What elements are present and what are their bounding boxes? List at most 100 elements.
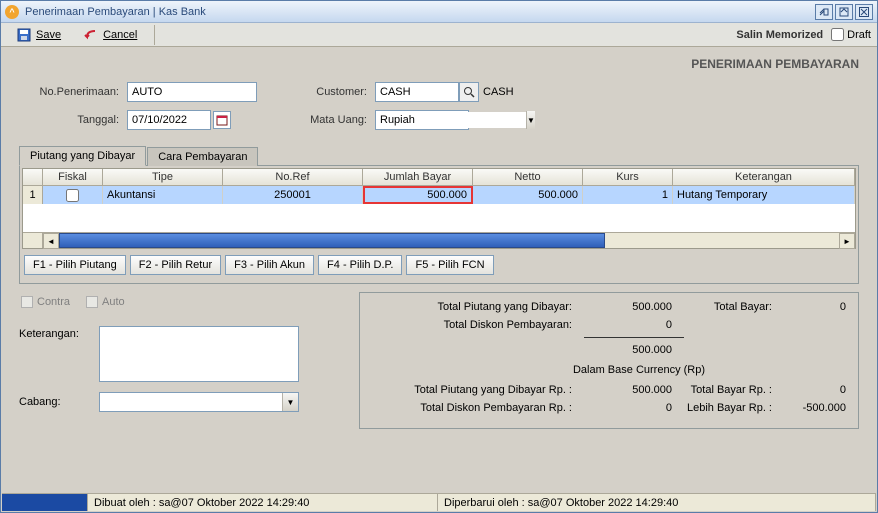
cabang-label: Cabang: xyxy=(19,396,99,408)
customer-name: CASH xyxy=(483,86,514,98)
total-piutang-label: Total Piutang yang Dibayar: xyxy=(372,301,572,313)
subtotal-underline xyxy=(584,337,684,338)
cabang-select[interactable]: ▼ xyxy=(99,392,299,412)
scroll-right-button[interactable]: ► xyxy=(839,233,855,249)
f2-pilih-retur-button[interactable]: F2 - Pilih Retur xyxy=(130,255,221,275)
status-indicator xyxy=(2,494,88,511)
total-piutang-rp-label: Total Piutang yang Dibayar Rp. : xyxy=(372,384,572,396)
grid-row[interactable]: 1 Akuntansi 250001 500.000 500.000 1 Hut… xyxy=(23,186,855,204)
subtotal-value: 500.000 xyxy=(572,344,672,356)
maximize-icon xyxy=(839,7,849,17)
col-fiskal[interactable]: Fiskal xyxy=(43,169,103,186)
section-title: PENERIMAAN PEMBAYARAN xyxy=(11,53,867,77)
tab-body: Fiskal Tipe No.Ref Jumlah Bayar Netto Ku… xyxy=(19,165,859,284)
draft-checkbox-input[interactable] xyxy=(831,28,844,41)
total-piutang-value: 500.000 xyxy=(572,301,672,313)
cancel-icon xyxy=(83,27,99,43)
titlebar: ^ Penerimaan Pembayaran | Kas Bank xyxy=(1,1,877,23)
draft-label: Draft xyxy=(847,29,871,41)
chevron-down-icon[interactable]: ▼ xyxy=(282,393,298,411)
col-noref[interactable]: No.Ref xyxy=(223,169,363,186)
minimize-button[interactable] xyxy=(815,4,833,20)
close-button[interactable] xyxy=(855,4,873,20)
no-penerimaan-label: No.Penerimaan: xyxy=(19,86,119,98)
total-diskon-rp-label: Total Diskon Pembayaran Rp. : xyxy=(372,402,572,414)
status-updated: Diperbarui oleh : sa@07 Oktober 2022 14:… xyxy=(438,494,876,511)
app-icon: ^ xyxy=(5,5,19,19)
total-diskon-label: Total Diskon Pembayaran: xyxy=(372,319,572,331)
grid-rows: 1 Akuntansi 250001 500.000 500.000 1 Hut… xyxy=(23,186,855,232)
tanggal-input[interactable] xyxy=(127,110,211,130)
horizontal-scrollbar[interactable]: ◄ ► xyxy=(23,232,855,248)
total-diskon-rp-value: 0 xyxy=(572,402,672,414)
cancel-button[interactable]: Cancel xyxy=(74,24,146,46)
grid: Fiskal Tipe No.Ref Jumlah Bayar Netto Ku… xyxy=(22,168,856,249)
tab-cara-pembayaran[interactable]: Cara Pembayaran xyxy=(147,147,258,166)
cabang-value[interactable] xyxy=(100,394,282,410)
minimize-icon xyxy=(819,7,829,17)
mata-uang-value[interactable] xyxy=(376,112,526,128)
mata-uang-select[interactable]: ▼ xyxy=(375,110,469,130)
chevron-down-icon[interactable]: ▼ xyxy=(526,111,535,129)
statusbar: Dibuat oleh : sa@07 Oktober 2022 14:29:4… xyxy=(2,493,876,511)
contra-checkbox: Contra xyxy=(21,296,70,308)
fiskal-checkbox[interactable] xyxy=(66,189,79,202)
cell-noref[interactable]: 250001 xyxy=(223,186,363,204)
contra-label: Contra xyxy=(37,296,70,308)
base-currency-label: Dalam Base Currency (Rp) xyxy=(432,364,846,376)
customer-input[interactable] xyxy=(375,82,459,102)
scroll-left-button[interactable]: ◄ xyxy=(43,233,59,249)
salin-memorized-button[interactable]: Salin Memorized xyxy=(736,29,823,41)
grid-header: Fiskal Tipe No.Ref Jumlah Bayar Netto Ku… xyxy=(23,169,855,186)
window-title: Penerimaan Pembayaran | Kas Bank xyxy=(25,6,206,18)
calendar-icon xyxy=(216,114,228,126)
maximize-button[interactable] xyxy=(835,4,853,20)
search-icon xyxy=(463,86,475,98)
cell-jumlah-bayar[interactable]: 500.000 xyxy=(363,186,473,204)
f1-pilih-piutang-button[interactable]: F1 - Pilih Piutang xyxy=(24,255,126,275)
customer-lookup-button[interactable] xyxy=(459,82,479,102)
f3-pilih-akun-button[interactable]: F3 - Pilih Akun xyxy=(225,255,314,275)
total-bayar-label: Total Bayar: xyxy=(672,301,772,313)
lebih-bayar-rp-label: Lebih Bayar Rp. : xyxy=(672,402,772,414)
scroll-track[interactable] xyxy=(59,233,839,248)
row-number: 1 xyxy=(23,186,43,204)
cancel-label: Cancel xyxy=(103,29,137,41)
total-bayar-value: 0 xyxy=(772,301,846,313)
col-keterangan[interactable]: Keterangan xyxy=(673,169,855,186)
lower-left: Contra Auto Keterangan: Cabang: ▼ xyxy=(19,292,359,429)
cell-netto[interactable]: 500.000 xyxy=(473,186,583,204)
tabs: Piutang yang Dibayar Cara Pembayaran Fis… xyxy=(19,145,859,284)
cell-fiskal[interactable] xyxy=(43,186,103,204)
draft-checkbox[interactable]: Draft xyxy=(831,28,871,41)
auto-checkbox: Auto xyxy=(86,296,125,308)
total-piutang-rp-value: 500.000 xyxy=(572,384,672,396)
tab-piutang[interactable]: Piutang yang Dibayar xyxy=(19,146,146,166)
auto-label: Auto xyxy=(102,296,125,308)
window: ^ Penerimaan Pembayaran | Kas Bank Save … xyxy=(0,0,878,513)
form-area: No.Penerimaan: Tanggal: Customer: xyxy=(11,77,867,143)
keterangan-textarea[interactable] xyxy=(99,326,299,382)
scroll-corner xyxy=(23,233,43,248)
save-button[interactable]: Save xyxy=(7,24,70,46)
f4-pilih-dp-button[interactable]: F4 - Pilih D.P. xyxy=(318,255,402,275)
col-jumlah-bayar[interactable]: Jumlah Bayar xyxy=(363,169,473,186)
f5-pilih-fcn-button[interactable]: F5 - Pilih FCN xyxy=(406,255,493,275)
total-diskon-value: 0 xyxy=(572,319,672,331)
col-tipe[interactable]: Tipe xyxy=(103,169,223,186)
col-kurs[interactable]: Kurs xyxy=(583,169,673,186)
cell-kurs[interactable]: 1 xyxy=(583,186,673,204)
total-bayar-rp-label: Total Bayar Rp. : xyxy=(672,384,772,396)
tanggal-picker-button[interactable] xyxy=(213,111,231,129)
col-netto[interactable]: Netto xyxy=(473,169,583,186)
save-label: Save xyxy=(36,29,61,41)
close-icon xyxy=(859,7,869,17)
content-area: PENERIMAAN PEMBAYARAN No.Penerimaan: Tan… xyxy=(1,47,877,435)
no-penerimaan-input[interactable] xyxy=(127,82,257,102)
cell-keterangan[interactable]: Hutang Temporary xyxy=(673,186,855,204)
keterangan-label: Keterangan: xyxy=(19,326,99,340)
cell-tipe[interactable]: Akuntansi xyxy=(103,186,223,204)
scroll-thumb[interactable] xyxy=(59,233,605,248)
action-buttons: F1 - Pilih Piutang F2 - Pilih Retur F3 -… xyxy=(22,249,856,281)
lebih-bayar-rp-value: -500.000 xyxy=(772,402,846,414)
